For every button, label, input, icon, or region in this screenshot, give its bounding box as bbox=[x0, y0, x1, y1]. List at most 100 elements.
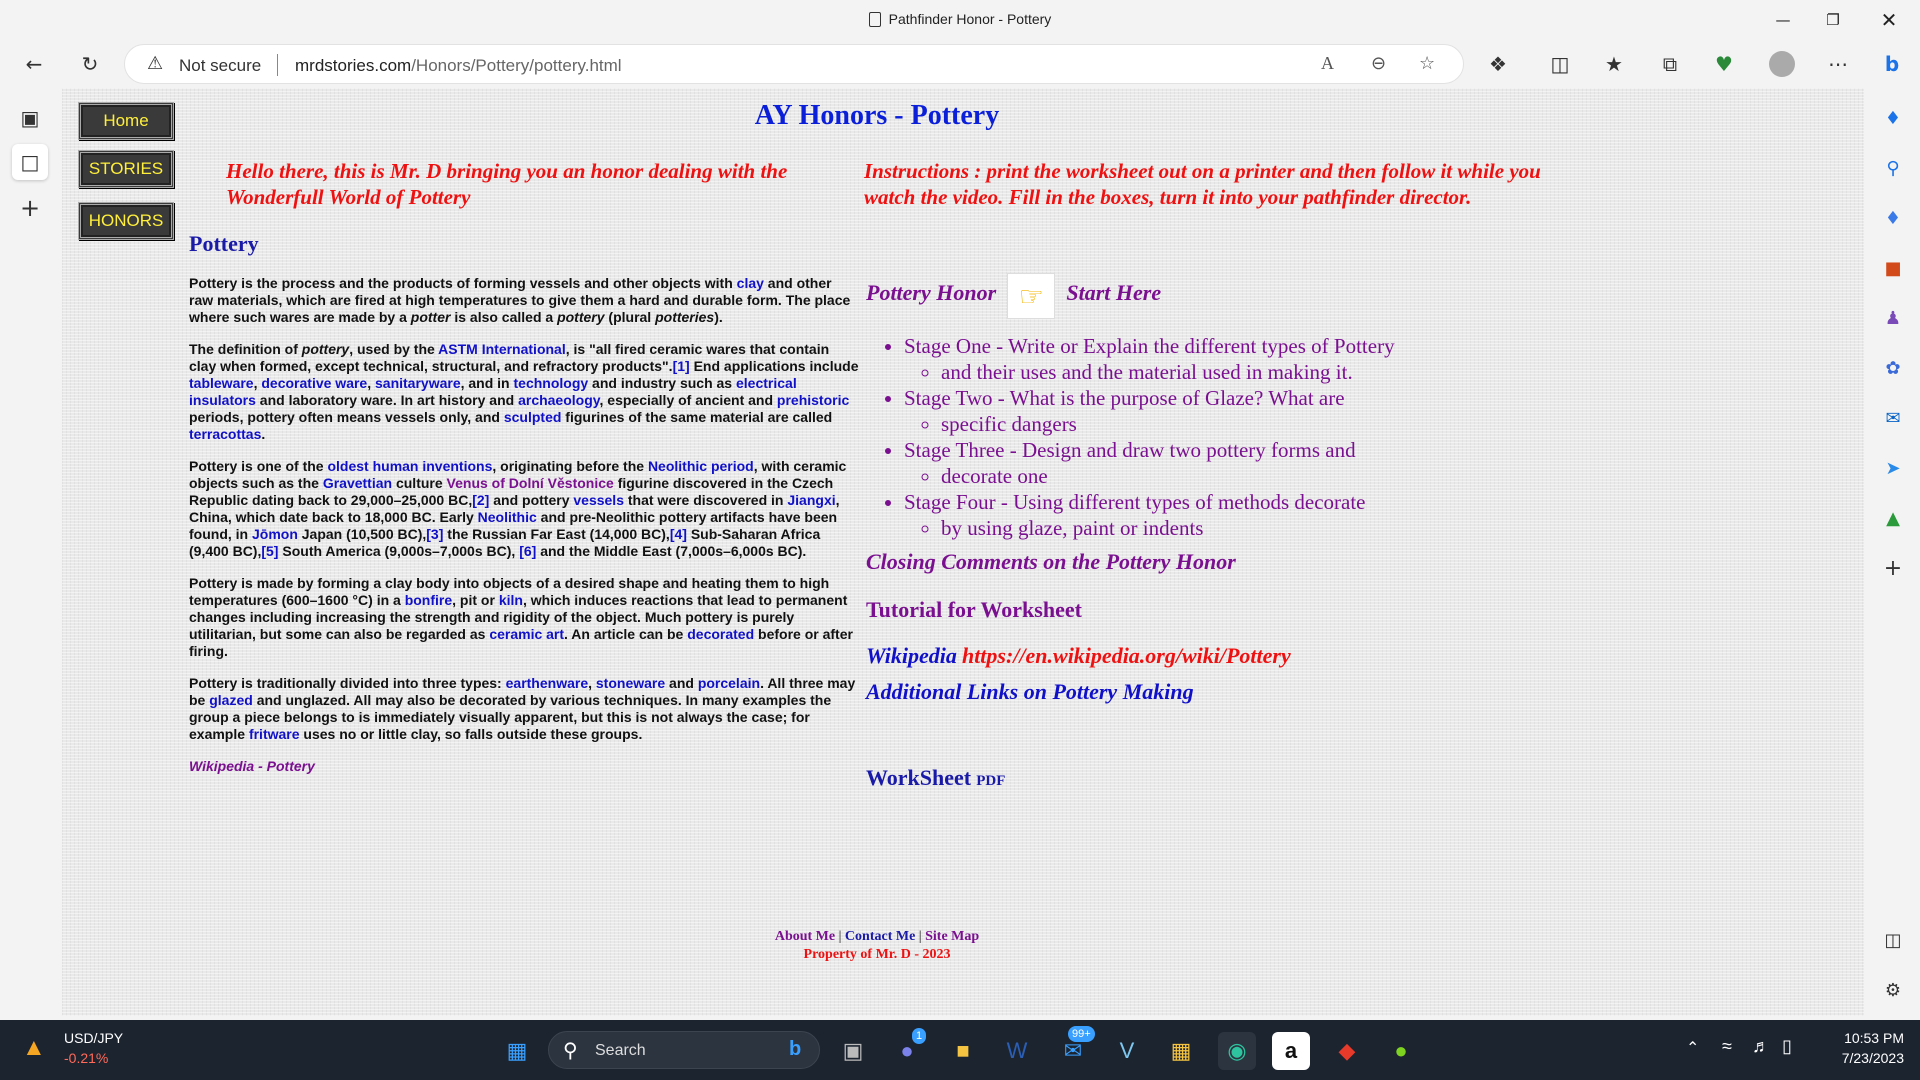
restore-button[interactable]: ❐ bbox=[1810, 0, 1856, 40]
warning-icon[interactable]: ⚠ bbox=[147, 53, 163, 74]
task-view-icon[interactable]: ▣ bbox=[834, 1032, 872, 1070]
app-diamond-icon[interactable]: ◆ bbox=[1328, 1032, 1366, 1070]
closing-comments-link[interactable]: Closing Comments on the Pottery Honor bbox=[866, 549, 1626, 575]
link-archaeology[interactable]: archaeology bbox=[518, 392, 599, 408]
vpn-app-icon[interactable]: V bbox=[1108, 1032, 1146, 1070]
file-explorer-icon[interactable]: ■ bbox=[944, 1032, 982, 1070]
copilot-icon[interactable]: b bbox=[1874, 46, 1910, 82]
link-sanitaryware[interactable]: sanitaryware bbox=[375, 375, 461, 391]
minimize-button[interactable]: — bbox=[1760, 0, 1806, 40]
link-venus-dolni-vestonice[interactable]: Venus of Dolní Věstonice bbox=[447, 475, 614, 491]
stock-ticker-icon[interactable]: ▲ bbox=[22, 1034, 46, 1062]
collections-icon[interactable]: ⧉ bbox=[1652, 46, 1688, 82]
shopping-tag-icon[interactable]: ♦ bbox=[1877, 202, 1909, 234]
pointing-hand-icon[interactable]: ☞ bbox=[1007, 273, 1056, 319]
worksheet-link[interactable]: WorkSheet bbox=[866, 765, 971, 790]
link-vessels[interactable]: vessels bbox=[573, 492, 624, 508]
link-technology[interactable]: technology bbox=[514, 375, 589, 391]
microsoft-365-icon[interactable]: ✿ bbox=[1877, 352, 1909, 384]
app-green-icon[interactable]: ● bbox=[1382, 1032, 1420, 1070]
store-icon[interactable]: ▦ bbox=[1162, 1032, 1200, 1070]
battery-icon[interactable]: ▯ bbox=[1782, 1036, 1792, 1057]
ticker-symbol[interactable]: USD/JPY bbox=[64, 1030, 123, 1046]
teams-chat-icon[interactable]: ● 1 bbox=[888, 1028, 927, 1070]
wikipedia-label[interactable]: Wikipedia bbox=[866, 643, 957, 668]
link-prehistoric[interactable]: prehistoric bbox=[777, 392, 849, 408]
link-earthenware[interactable]: earthenware bbox=[506, 675, 588, 691]
link-terracottas[interactable]: terracottas bbox=[189, 426, 261, 442]
taskbar-search[interactable]: ⚲ Search b bbox=[548, 1031, 820, 1069]
link-neolithic[interactable]: Neolithic bbox=[478, 509, 537, 525]
close-window-button[interactable]: ✕ bbox=[1866, 0, 1912, 40]
tree-icon[interactable]: ▲ bbox=[1877, 502, 1909, 534]
about-me-link[interactable]: About Me bbox=[775, 929, 835, 944]
link-stoneware[interactable]: stoneware bbox=[596, 675, 665, 691]
favorites-icon[interactable]: ★ bbox=[1596, 46, 1632, 82]
link-glazed[interactable]: glazed bbox=[209, 692, 253, 708]
link-jomon[interactable]: Jōmon bbox=[252, 526, 298, 542]
mail-icon[interactable]: ✉ 99+ bbox=[1054, 1026, 1095, 1070]
new-tab-icon[interactable]: + bbox=[12, 190, 48, 226]
read-aloud-icon[interactable]: A bbox=[1321, 53, 1334, 74]
sidebar-toggle-icon[interactable]: ◫ bbox=[1877, 924, 1909, 956]
link-clay[interactable]: clay bbox=[737, 275, 764, 291]
clock-date[interactable]: 7/23/2023 bbox=[1820, 1050, 1904, 1066]
search-icon[interactable]: ⚲ bbox=[1877, 152, 1909, 184]
games-icon[interactable]: ♟ bbox=[1877, 302, 1909, 334]
favorite-star-icon[interactable]: ☆ bbox=[1419, 53, 1435, 74]
link-fritware[interactable]: fritware bbox=[249, 726, 300, 742]
link-gravettian[interactable]: Gravettian bbox=[323, 475, 392, 491]
ref-link[interactable]: [4] bbox=[670, 526, 687, 542]
link-porcelain[interactable]: porcelain bbox=[698, 675, 760, 691]
link-tableware[interactable]: tableware bbox=[189, 375, 254, 391]
extensions-icon[interactable]: ❖ bbox=[1480, 46, 1516, 82]
link-ceramic-art[interactable]: ceramic art bbox=[489, 626, 564, 642]
sidebar-settings-gear-icon[interactable]: ⚙ bbox=[1877, 974, 1909, 1006]
profile-avatar[interactable] bbox=[1764, 46, 1800, 82]
url-text[interactable]: mrdstories.com/Honors/Pottery/pottery.ht… bbox=[295, 56, 622, 76]
start-here-link[interactable]: Start Here bbox=[1066, 280, 1161, 305]
link-sculpted[interactable]: sculpted bbox=[504, 409, 562, 425]
wikipedia-source-link[interactable]: Wikipedia - Pottery bbox=[189, 758, 859, 774]
link-kiln[interactable]: kiln bbox=[499, 592, 523, 608]
word-icon[interactable]: W bbox=[998, 1032, 1036, 1070]
nav-honors-button[interactable]: HONORS bbox=[78, 202, 174, 240]
refresh-icon[interactable]: ↻ bbox=[72, 46, 108, 82]
link-decorated[interactable]: decorated bbox=[687, 626, 754, 642]
link-jiangxi[interactable]: Jiangxi bbox=[787, 492, 835, 508]
wikipedia-url-link[interactable]: https://en.wikipedia.org/wiki/Pottery bbox=[962, 643, 1291, 668]
start-windows-icon[interactable]: ▦ bbox=[498, 1032, 536, 1070]
ref-link[interactable]: [5] bbox=[261, 543, 278, 559]
notifications-bell-icon[interactable]: ♦ bbox=[1877, 102, 1909, 134]
link-bonfire[interactable]: bonfire bbox=[405, 592, 452, 608]
split-screen-icon[interactable]: ◫ bbox=[1542, 46, 1578, 82]
tools-briefcase-icon[interactable]: ■ bbox=[1877, 252, 1909, 284]
pdf-label[interactable]: PDF bbox=[976, 773, 1005, 789]
site-map-link[interactable]: Site Map bbox=[925, 929, 979, 944]
wifi-icon[interactable]: ≈ bbox=[1722, 1036, 1732, 1057]
link-neolithic-period[interactable]: Neolithic period bbox=[648, 458, 754, 474]
tab-actions-icon[interactable]: ▣ bbox=[12, 100, 48, 136]
active-tab-page-icon[interactable]: □ bbox=[12, 144, 48, 180]
edge-taskbar-icon[interactable]: ◉ bbox=[1218, 1032, 1256, 1070]
ticker-change[interactable]: -0.21% bbox=[64, 1050, 108, 1066]
show-hidden-icons-chevron-icon[interactable]: ⌃ bbox=[1686, 1038, 1699, 1058]
ref-link[interactable]: [3] bbox=[426, 526, 443, 542]
send-icon[interactable]: ➤ bbox=[1877, 452, 1909, 484]
ref-link[interactable]: [2] bbox=[472, 492, 489, 508]
additional-links[interactable]: Additional Links on Pottery Making bbox=[866, 679, 1626, 705]
more-menu-icon[interactable]: ⋯ bbox=[1820, 46, 1856, 82]
security-label[interactable]: Not secure bbox=[179, 56, 261, 76]
volume-icon[interactable]: ♬ bbox=[1752, 1036, 1770, 1057]
nav-stories-button[interactable]: STORIES bbox=[78, 150, 174, 188]
address-bar[interactable]: ⚠ Not secure mrdstories.com/Honors/Potte… bbox=[124, 44, 1464, 84]
ref-link[interactable]: [6] bbox=[519, 543, 536, 559]
tutorial-worksheet-link[interactable]: Tutorial for Worksheet bbox=[866, 597, 1626, 623]
add-sidebar-app-icon[interactable]: + bbox=[1877, 552, 1909, 584]
amazon-icon[interactable]: a bbox=[1272, 1032, 1310, 1070]
back-icon[interactable]: ← bbox=[16, 46, 52, 82]
contact-me-link[interactable]: Contact Me bbox=[845, 929, 915, 944]
link-oldest-inventions[interactable]: oldest human inventions bbox=[327, 458, 492, 474]
browser-essentials-icon[interactable]: ♥ bbox=[1706, 46, 1742, 82]
zoom-out-icon[interactable]: ⊖ bbox=[1371, 53, 1386, 74]
